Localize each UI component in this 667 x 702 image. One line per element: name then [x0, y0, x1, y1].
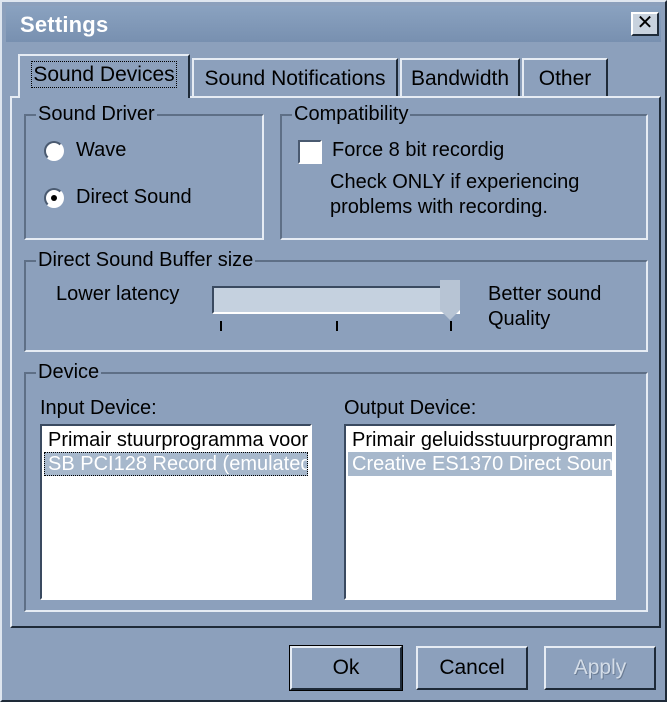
cancel-button[interactable]: Cancel: [416, 646, 528, 690]
tab-sound-notifications[interactable]: Sound Notifications: [192, 58, 398, 96]
close-button[interactable]: ✕: [631, 12, 659, 36]
buffer-size-slider[interactable]: [212, 286, 460, 314]
tab-sound-devices[interactable]: Sound Devices: [18, 54, 190, 98]
input-device-label: Input Device:: [40, 397, 157, 419]
ok-button[interactable]: Ok: [290, 646, 402, 690]
direct-sound-radio[interactable]: [44, 188, 64, 208]
tab-label: Sound Devices: [31, 61, 177, 88]
wave-radio[interactable]: [44, 141, 64, 161]
list-item[interactable]: Primair geluidsstuurprogramma: [348, 428, 612, 452]
slider-tick: [336, 321, 338, 331]
sound-driver-group: Sound Driver: [24, 102, 264, 240]
better-sound-label-line1: Better sound: [488, 283, 602, 305]
better-sound-label-line2: Quality: [488, 308, 551, 330]
device-legend: Device: [36, 360, 102, 384]
force-8bit-label[interactable]: Force 8 bit recordig: [332, 138, 504, 162]
compatibility-legend: Compatibility: [292, 102, 411, 126]
tab-label: Bandwidth: [410, 67, 510, 90]
force-8bit-checkbox[interactable]: [298, 140, 322, 164]
list-item[interactable]: Creative ES1370 Direct Sound: [348, 452, 612, 476]
apply-button[interactable]: Apply: [544, 646, 656, 690]
lower-latency-label: Lower latency: [56, 283, 180, 305]
slider-tick: [450, 321, 452, 331]
slider-tick: [220, 321, 222, 331]
tab-other[interactable]: Other: [522, 58, 608, 96]
radio-selected-dot: [51, 195, 57, 201]
buffer-size-legend: Direct Sound Buffer size: [36, 248, 256, 272]
input-device-list[interactable]: Primair stuurprogramma voor geluidsopnam…: [40, 424, 312, 600]
output-device-list[interactable]: Primair geluidsstuurprogramma Creative E…: [344, 424, 616, 600]
list-item[interactable]: SB PCI128 Record (emulated): [44, 452, 308, 476]
tab-bandwidth[interactable]: Bandwidth: [400, 58, 520, 96]
wave-label[interactable]: Wave: [76, 138, 126, 162]
compatibility-note-line1: Check ONLY if experiencing: [330, 171, 580, 193]
tab-label: Sound Notifications: [204, 67, 386, 90]
direct-sound-label[interactable]: Direct Sound: [76, 185, 192, 209]
list-item[interactable]: Primair stuurprogramma voor geluidsopnam…: [44, 428, 308, 452]
window-title: Settings: [20, 12, 109, 37]
close-icon: ✕: [636, 12, 654, 34]
compatibility-note-line2: problems with recording.: [330, 196, 548, 218]
output-device-label: Output Device:: [344, 397, 477, 419]
title-bar[interactable]: Settings ✕: [6, 6, 661, 42]
tab-label: Other: [538, 67, 592, 90]
sound-driver-legend: Sound Driver: [36, 102, 157, 126]
